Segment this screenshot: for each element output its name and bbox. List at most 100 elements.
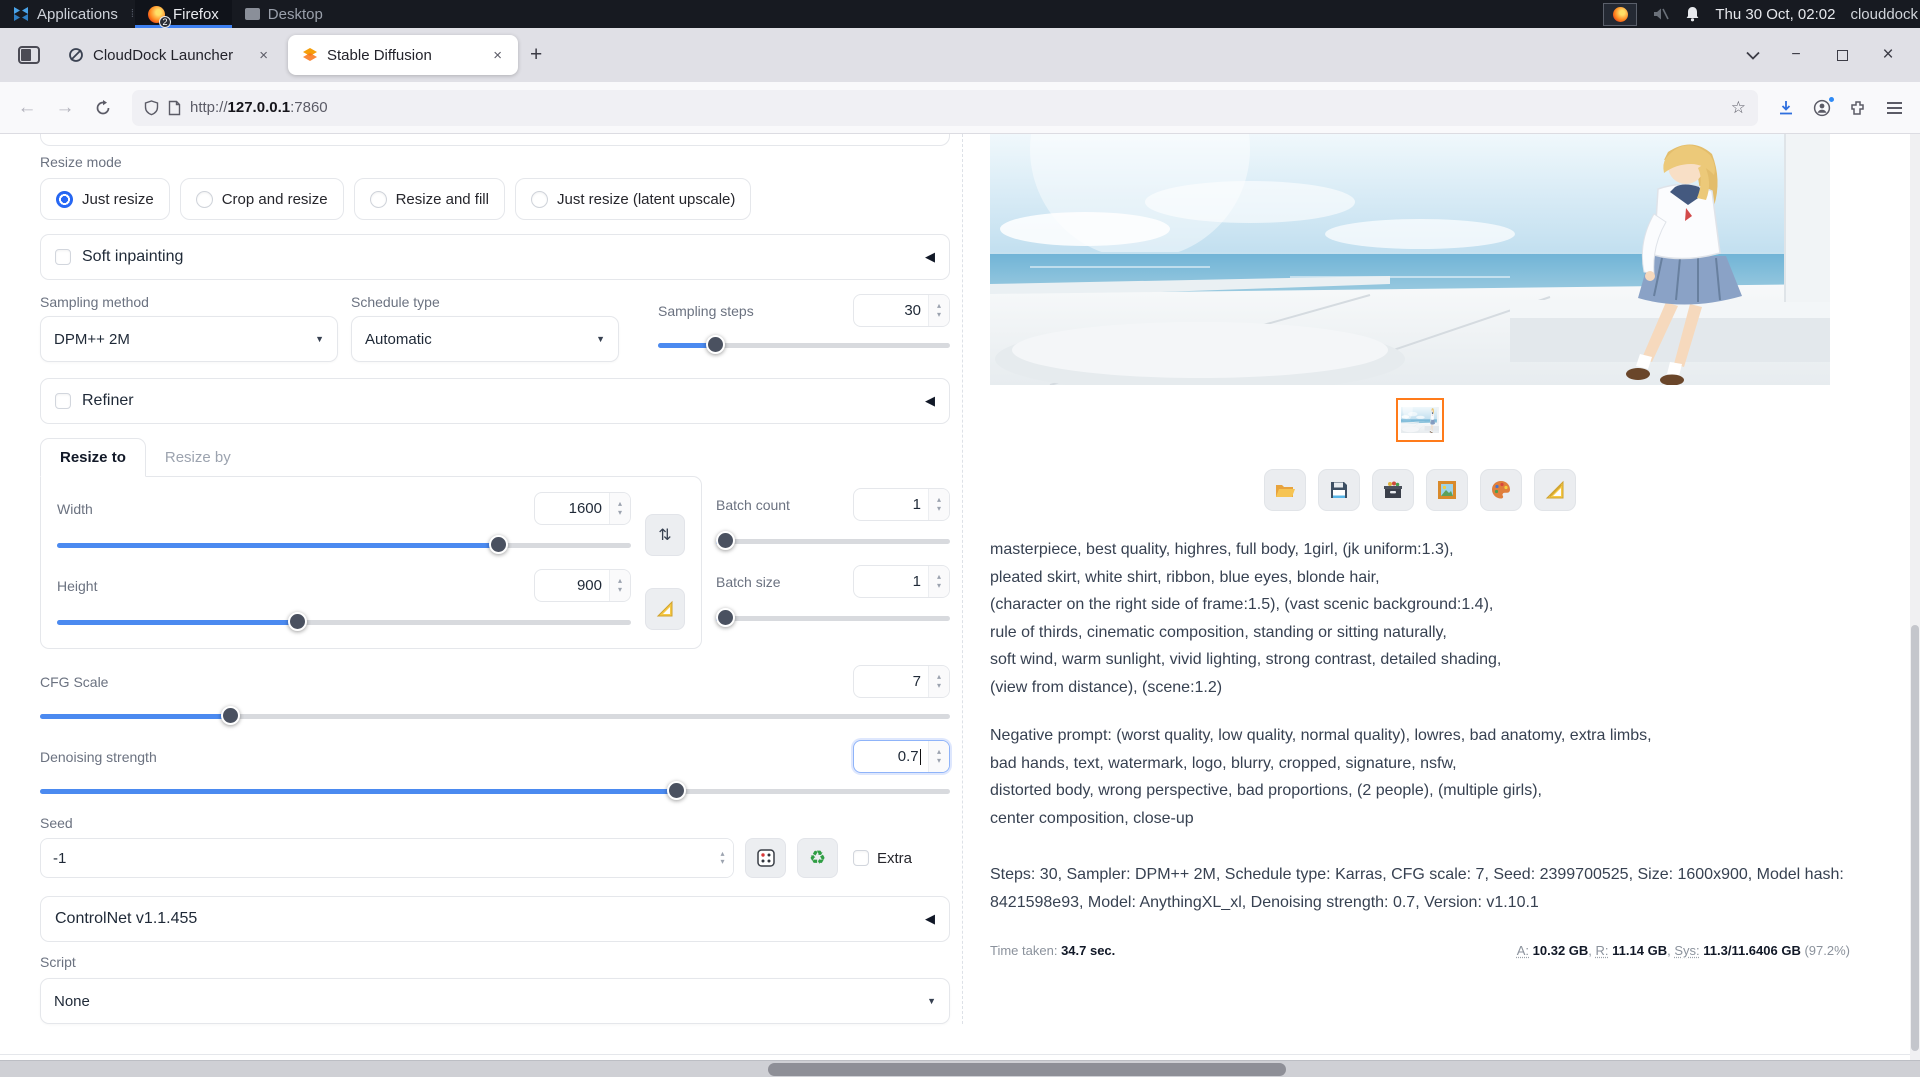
forward-button[interactable]: → — [48, 91, 82, 125]
tab-resize-by[interactable]: Resize by — [146, 438, 250, 477]
script-dropdown[interactable]: None ▼ — [40, 978, 950, 1024]
number-spinner[interactable]: ▴▾ — [609, 570, 630, 601]
slider-handle[interactable] — [221, 706, 240, 725]
number-spinner[interactable]: ▴▾ — [712, 839, 733, 877]
tab-close-icon[interactable]: × — [489, 45, 506, 66]
number-spinner[interactable]: ▴▾ — [609, 493, 630, 524]
batch-size-input[interactable]: 1 ▴▾ — [853, 565, 950, 598]
clock[interactable]: Thu 30 Oct, 02:02 — [1715, 6, 1835, 23]
refiner-checkbox[interactable] — [55, 393, 71, 409]
menu-button[interactable] — [1878, 92, 1910, 124]
window-minimize-button[interactable]: − — [1786, 45, 1806, 65]
resize-mode-option-crop-and-resize[interactable]: Crop and resize — [180, 178, 344, 220]
vertical-scrollbar-thumb[interactable] — [1911, 625, 1919, 1051]
dimensions-from-image-button[interactable] — [645, 588, 685, 630]
slider-handle[interactable] — [288, 612, 307, 631]
open-folder-button[interactable] — [1264, 469, 1306, 511]
schedule-type-label: Schedule type — [351, 294, 619, 310]
accordion-arrow-icon[interactable]: ◀ — [925, 911, 935, 927]
slider-handle[interactable] — [489, 535, 508, 554]
send-to-img2img-button[interactable] — [1426, 469, 1468, 511]
list-all-tabs-icon[interactable] — [1746, 51, 1760, 60]
page-info-icon[interactable] — [168, 100, 181, 116]
width-slider[interactable] — [57, 535, 631, 555]
downloads-button[interactable] — [1770, 92, 1802, 124]
random-seed-button[interactable] — [745, 838, 786, 878]
slider-handle[interactable] — [667, 781, 686, 800]
number-spinner[interactable]: ▴▾ — [928, 741, 949, 772]
width-input[interactable]: 1600 ▴▾ — [534, 492, 631, 525]
gallery-thumbnail-selected[interactable] — [1396, 398, 1444, 442]
extra-seed-toggle[interactable]: Extra — [853, 850, 912, 867]
resize-mode-option-resize-and-fill[interactable]: Resize and fill — [354, 178, 505, 220]
cfg-scale-input[interactable]: 7 ▴▾ — [853, 665, 950, 698]
soft-inpainting-accordion[interactable]: Soft inpainting ◀ — [40, 234, 950, 280]
controlnet-accordion[interactable]: ControlNet v1.1.455 ◀ — [40, 896, 950, 942]
sampling-method-dropdown[interactable]: DPM++ 2M ▼ — [40, 316, 338, 362]
back-button[interactable]: ← — [10, 91, 44, 125]
tab-stable-diffusion[interactable]: Stable Diffusion × — [288, 35, 518, 75]
sampling-steps-slider[interactable] — [658, 335, 950, 355]
cfg-scale-label: CFG Scale — [40, 674, 108, 690]
account-button[interactable] — [1806, 92, 1838, 124]
soft-inpainting-checkbox[interactable] — [55, 249, 71, 265]
tab-resize-to[interactable]: Resize to — [40, 438, 146, 477]
send-to-inpaint-button[interactable] — [1480, 469, 1522, 511]
batch-count-input[interactable]: 1 ▴▾ — [853, 488, 950, 521]
send-to-extras-button[interactable] — [1534, 469, 1576, 511]
number-spinner[interactable]: ▴▾ — [928, 295, 949, 326]
volume-muted-icon[interactable] — [1652, 6, 1670, 22]
resize-mode-option-latent-upscale[interactable]: Just resize (latent upscale) — [515, 178, 751, 220]
taskbar-item-firefox[interactable]: 2 Firefox — [135, 0, 232, 28]
generated-image[interactable] — [990, 134, 1830, 385]
height-slider[interactable] — [57, 612, 631, 632]
new-tab-button[interactable]: + — [518, 43, 554, 67]
sampling-steps-input[interactable]: 30 ▴▾ — [853, 294, 950, 327]
window-close-button[interactable]: × — [1878, 45, 1898, 65]
reload-button[interactable] — [86, 91, 120, 125]
archive-box-icon — [1382, 479, 1404, 501]
batch-count-slider[interactable] — [716, 531, 950, 551]
number-spinner[interactable]: ▴▾ — [928, 666, 949, 697]
extensions-button[interactable] — [1842, 92, 1874, 124]
url-text[interactable]: http://127.0.0.1:7860 — [190, 99, 1722, 116]
save-image-button[interactable] — [1318, 469, 1360, 511]
refiner-accordion[interactable]: Refiner ◀ — [40, 378, 950, 424]
slider-handle[interactable] — [706, 335, 725, 354]
batch-size-slider[interactable] — [716, 608, 950, 628]
url-bar[interactable]: http://127.0.0.1:7860 ☆ — [132, 90, 1758, 126]
swap-dimensions-button[interactable]: ⇅ — [645, 514, 685, 556]
resize-mode-option-just-resize[interactable]: Just resize — [40, 178, 170, 220]
accordion-arrow-icon[interactable]: ◀ — [925, 249, 935, 265]
accordion-arrow-icon[interactable]: ◀ — [925, 393, 935, 409]
number-spinner[interactable]: ▴▾ — [928, 566, 949, 597]
tray-firefox-icon — [1613, 7, 1628, 22]
height-input[interactable]: 900 ▴▾ — [534, 569, 631, 602]
batch-count-label: Batch count — [716, 497, 790, 513]
reuse-seed-button[interactable]: ♻ — [797, 838, 838, 878]
save-zip-button[interactable] — [1372, 469, 1414, 511]
denoising-strength-slider[interactable] — [40, 781, 950, 801]
slider-handle[interactable] — [716, 531, 735, 550]
schedule-type-dropdown[interactable]: Automatic ▼ — [351, 316, 619, 362]
extra-checkbox[interactable] — [853, 850, 869, 866]
tab-close-icon[interactable]: × — [255, 45, 272, 66]
tray-firefox[interactable] — [1603, 3, 1637, 26]
seed-input[interactable]: -1 ▴▾ — [40, 838, 734, 878]
tab-clouddock-launcher[interactable]: CloudDock Launcher × — [54, 35, 284, 75]
horizontal-scrollbar-thumb[interactable] — [768, 1063, 1286, 1076]
horizontal-scrollbar[interactable] — [0, 1060, 1920, 1077]
window-maximize-button[interactable] — [1832, 45, 1852, 65]
shield-icon[interactable] — [144, 100, 159, 116]
notifications-bell-icon[interactable] — [1685, 6, 1700, 22]
denoising-strength-input[interactable]: 0.7 ▴▾ — [853, 740, 950, 773]
bookmark-star-icon[interactable]: ☆ — [1731, 98, 1746, 118]
vertical-scrollbar[interactable] — [1910, 134, 1920, 1060]
firefox-view-icon[interactable] — [18, 46, 40, 64]
slider-handle[interactable] — [716, 608, 735, 627]
applications-menu[interactable]: Applications — [0, 0, 131, 28]
number-spinner[interactable]: ▴▾ — [928, 489, 949, 520]
chevron-down-icon: ▼ — [315, 334, 324, 344]
cfg-scale-slider[interactable] — [40, 706, 950, 726]
taskbar-item-desktop[interactable]: Desktop — [232, 0, 336, 28]
